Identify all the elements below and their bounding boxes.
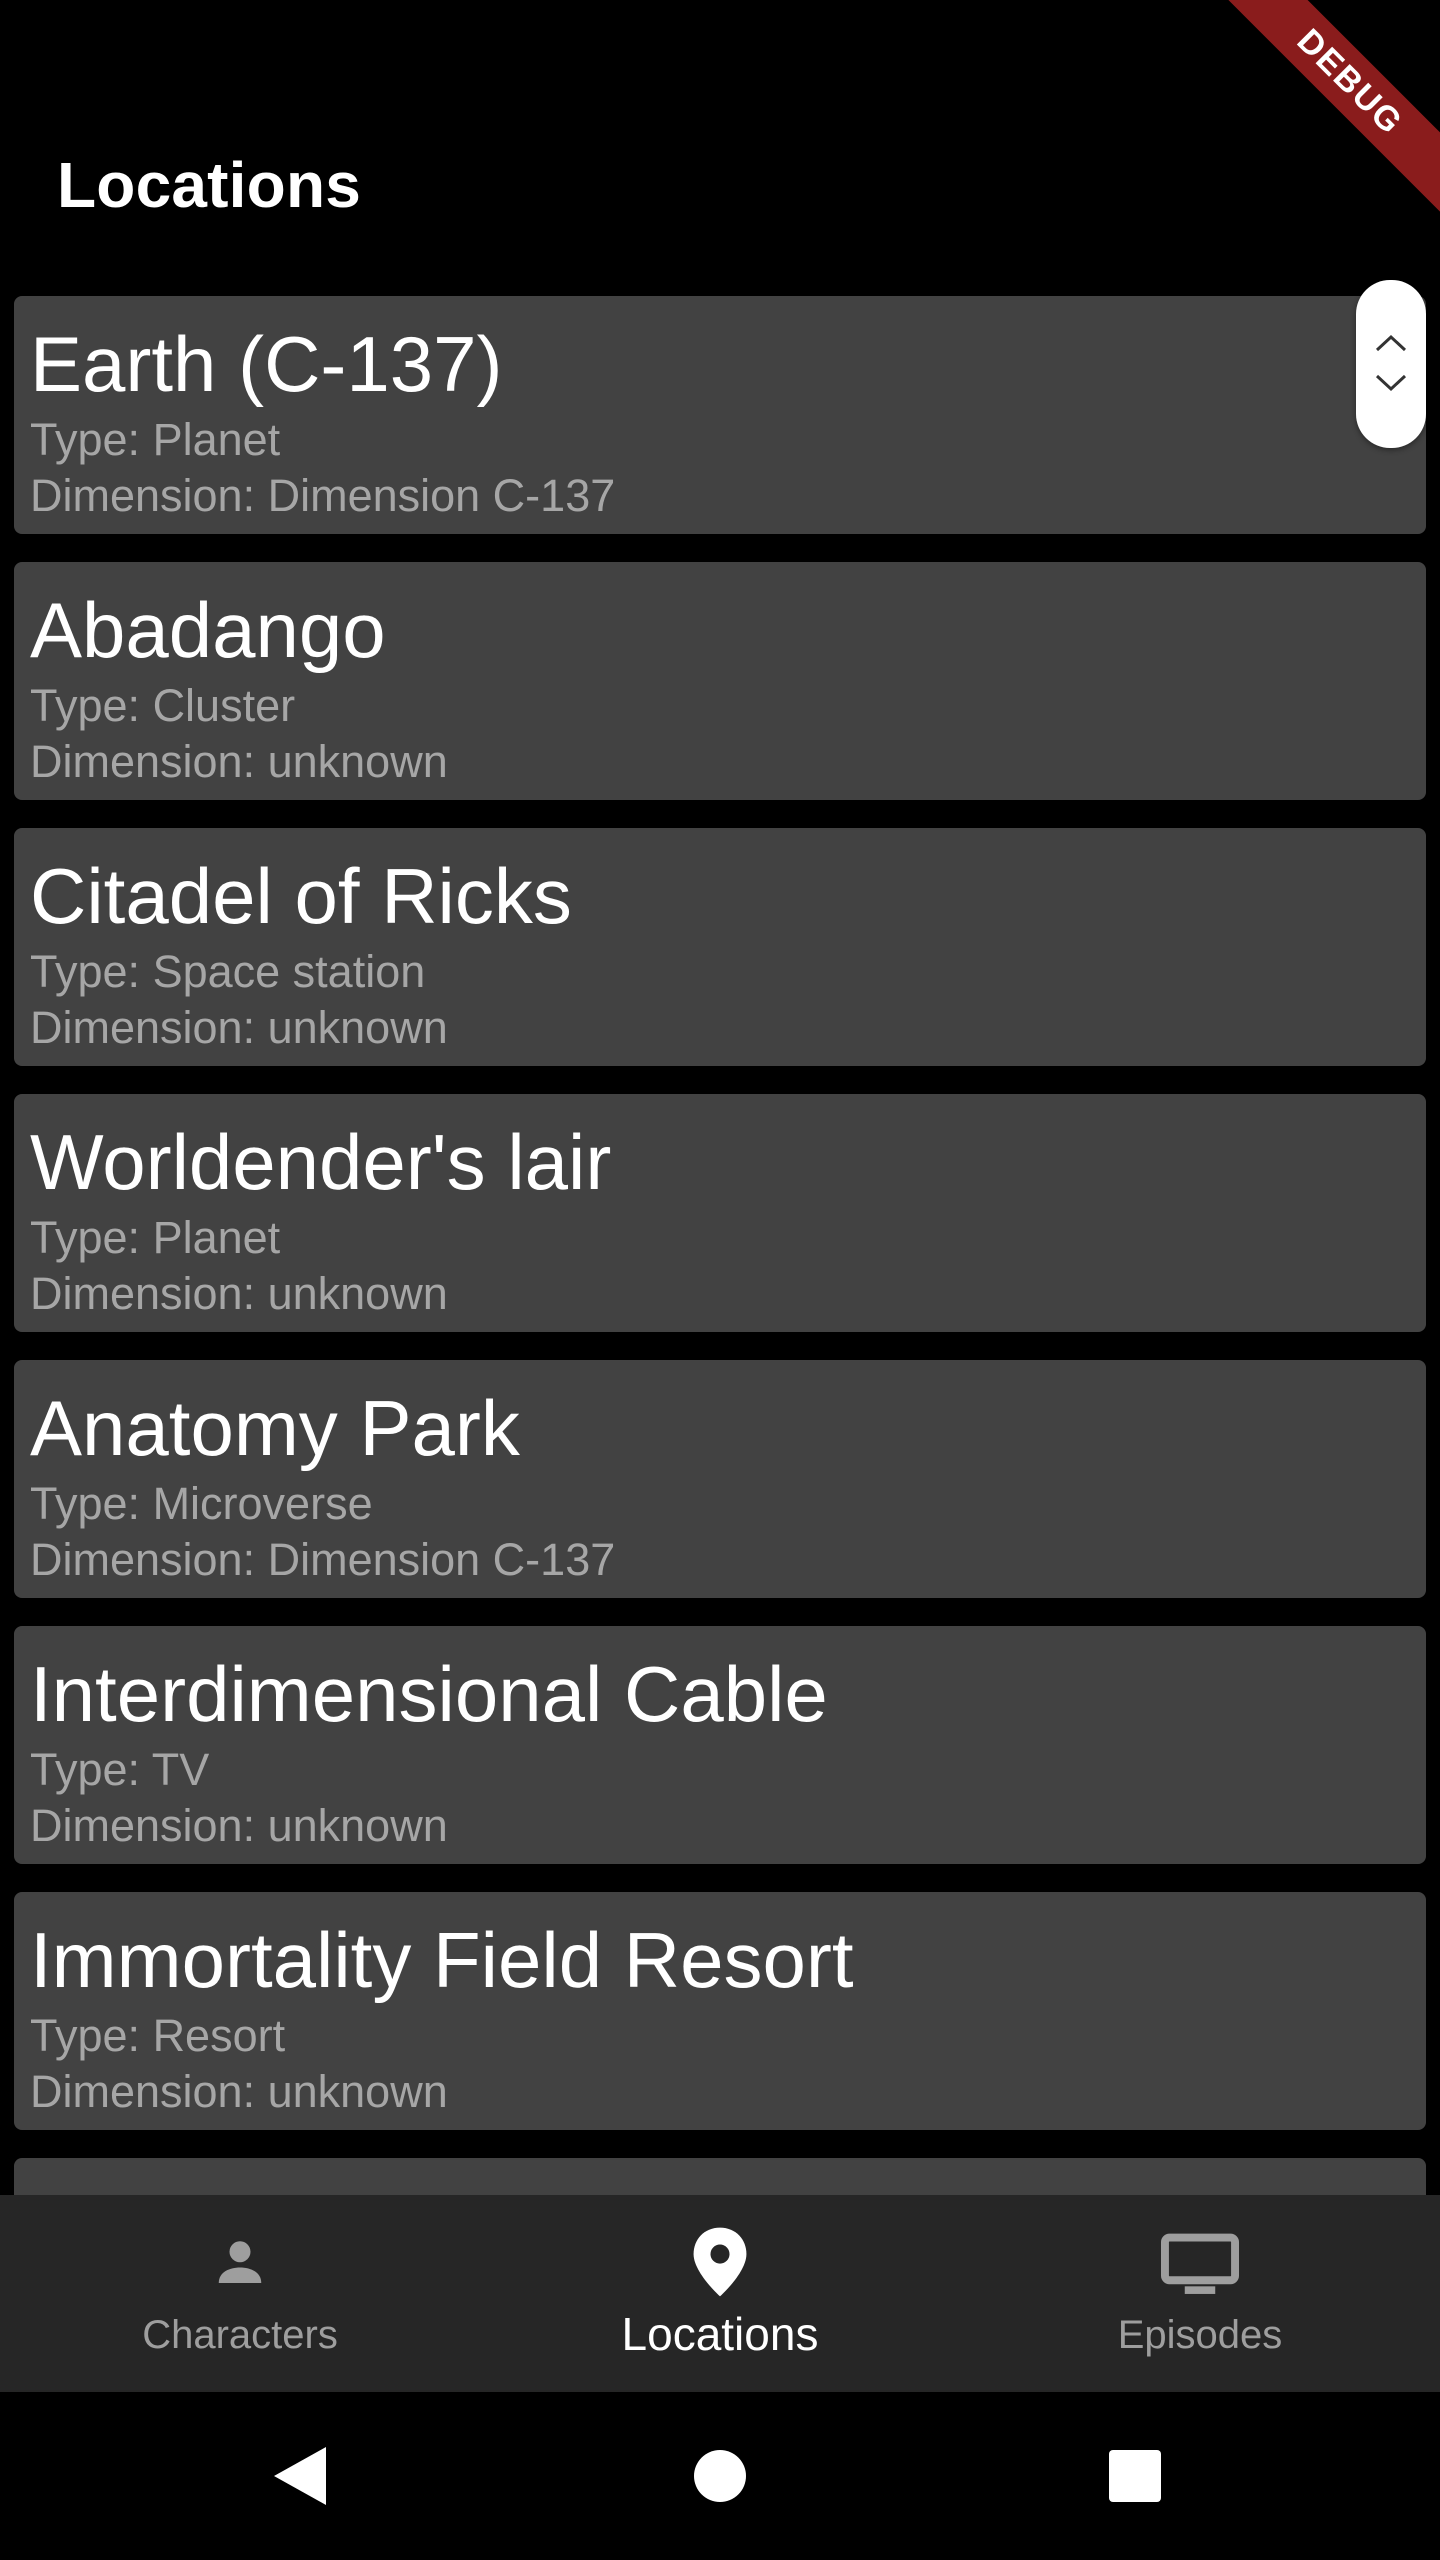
system-home-button[interactable] (640, 2392, 800, 2560)
location-type: Type: TV (30, 1744, 210, 1795)
person-icon (218, 2241, 262, 2283)
nav-item-locations[interactable]: Locations (480, 2195, 960, 2392)
location-dimension: Dimension: Dimension C-137 (30, 470, 616, 521)
nav-label-characters: Characters (142, 2313, 338, 2357)
nav-label-episodes: Episodes (1117, 2313, 1283, 2357)
location-name: Earth (C-137) (30, 320, 503, 408)
location-name: Abadango (30, 586, 386, 674)
location-card[interactable]: Interdimensional Cable Type: TV Dimensio… (14, 1626, 1426, 1864)
location-dimension: Dimension: unknown (30, 1800, 448, 1851)
location-name: Interdimensional Cable (30, 1650, 828, 1738)
location-name: Immortality Field Resort (30, 1916, 854, 2004)
location-type: Type: Resort (30, 2010, 286, 2061)
location-card[interactable]: Abadango Type: Cluster Dimension: unknow… (14, 562, 1426, 800)
app-root: Locations DEBUG Earth (C-137) Type: Plan… (0, 0, 1440, 2560)
system-recents-button[interactable] (1055, 2392, 1215, 2560)
location-type: Type: Planet (30, 1212, 281, 1263)
location-dimension: Dimension: unknown (30, 1002, 448, 1053)
chevron-down-icon[interactable] (1373, 372, 1409, 394)
location-dimension: Dimension: unknown (30, 1268, 448, 1319)
location-card[interactable]: Worldender's lair Type: Planet Dimension… (14, 1094, 1426, 1332)
location-card[interactable]: Post-Apocalyptic Earth (14, 2158, 1426, 2195)
location-name: Post-Apocalyptic Earth (30, 2178, 1426, 2195)
recents-icon (1109, 2450, 1161, 2502)
location-dimension: Dimension: unknown (30, 736, 448, 787)
location-name: Worldender's lair (30, 1118, 612, 1206)
location-name: Citadel of Ricks (30, 852, 572, 940)
location-type: Type: Microverse (30, 1478, 373, 1529)
home-icon (694, 2450, 746, 2502)
nav-label-locations: Locations (621, 2308, 819, 2360)
location-card[interactable]: Anatomy Park Type: Microverse Dimension:… (14, 1360, 1426, 1598)
location-type: Type: Planet (30, 414, 281, 465)
tv-icon (1160, 2233, 1240, 2294)
location-card[interactable]: Immortality Field Resort Type: Resort Di… (14, 1892, 1426, 2130)
system-navigation-bar (0, 2392, 1440, 2560)
location-type: Type: Space station (30, 946, 426, 997)
location-name: Anatomy Park (30, 1384, 520, 1472)
location-card[interactable]: Citadel of Ricks Type: Space station Dim… (14, 828, 1426, 1066)
location-type: Type: Cluster (30, 680, 296, 731)
scroll-arrows[interactable] (1356, 280, 1426, 448)
app-bar: Locations (0, 0, 1440, 280)
nav-item-characters[interactable]: Characters (0, 2195, 480, 2392)
chevron-up-icon[interactable] (1373, 332, 1409, 354)
bottom-navigation: Characters Locations Episodes (0, 2195, 1440, 2392)
locations-list[interactable]: Earth (C-137) Type: Planet Dimension: Di… (0, 280, 1440, 2195)
location-dimension: Dimension: unknown (30, 2066, 448, 2117)
system-back-button[interactable] (220, 2392, 380, 2560)
back-icon (274, 2447, 326, 2505)
location-pin-icon (693, 2227, 747, 2297)
page-title: Locations (57, 149, 362, 221)
location-dimension: Dimension: Dimension C-137 (30, 1534, 616, 1585)
location-card[interactable]: Earth (C-137) Type: Planet Dimension: Di… (14, 296, 1426, 534)
nav-item-episodes[interactable]: Episodes (960, 2195, 1440, 2392)
